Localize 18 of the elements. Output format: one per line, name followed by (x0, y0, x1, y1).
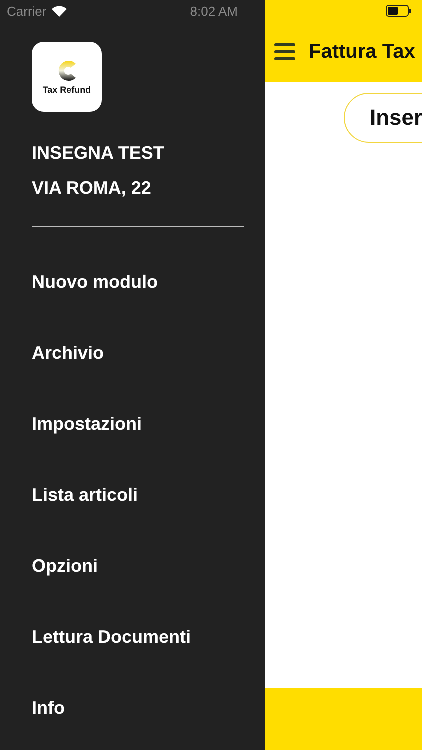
shop-name: INSEGNA TEST (32, 142, 166, 165)
menu-icon[interactable] (274, 43, 296, 61)
battery-icon (386, 5, 412, 17)
carrier-label: Carrier (7, 4, 47, 18)
menu-item[interactable]: Impostazioni (32, 389, 142, 460)
header-title: Fattura Tax (309, 40, 416, 64)
menu-item[interactable]: Lista articoli (32, 460, 138, 531)
status-time: 8:02 AM (190, 4, 238, 18)
menu-item[interactable]: Nuovo modulo (32, 247, 158, 318)
wifi-icon (52, 6, 67, 16)
shop-address: VIA ROMA, 22 (32, 177, 152, 200)
menu-item[interactable]: Info (32, 673, 65, 744)
menu-item[interactable]: Archivio (32, 318, 104, 389)
insert-button[interactable]: Inser (344, 93, 422, 143)
menu-item[interactable]: Opzioni (32, 531, 98, 602)
logo-caption: Tax Refund (42, 84, 92, 94)
logo-mark-icon (56, 60, 78, 82)
menu-item[interactable]: Lettura Documenti (32, 602, 192, 673)
